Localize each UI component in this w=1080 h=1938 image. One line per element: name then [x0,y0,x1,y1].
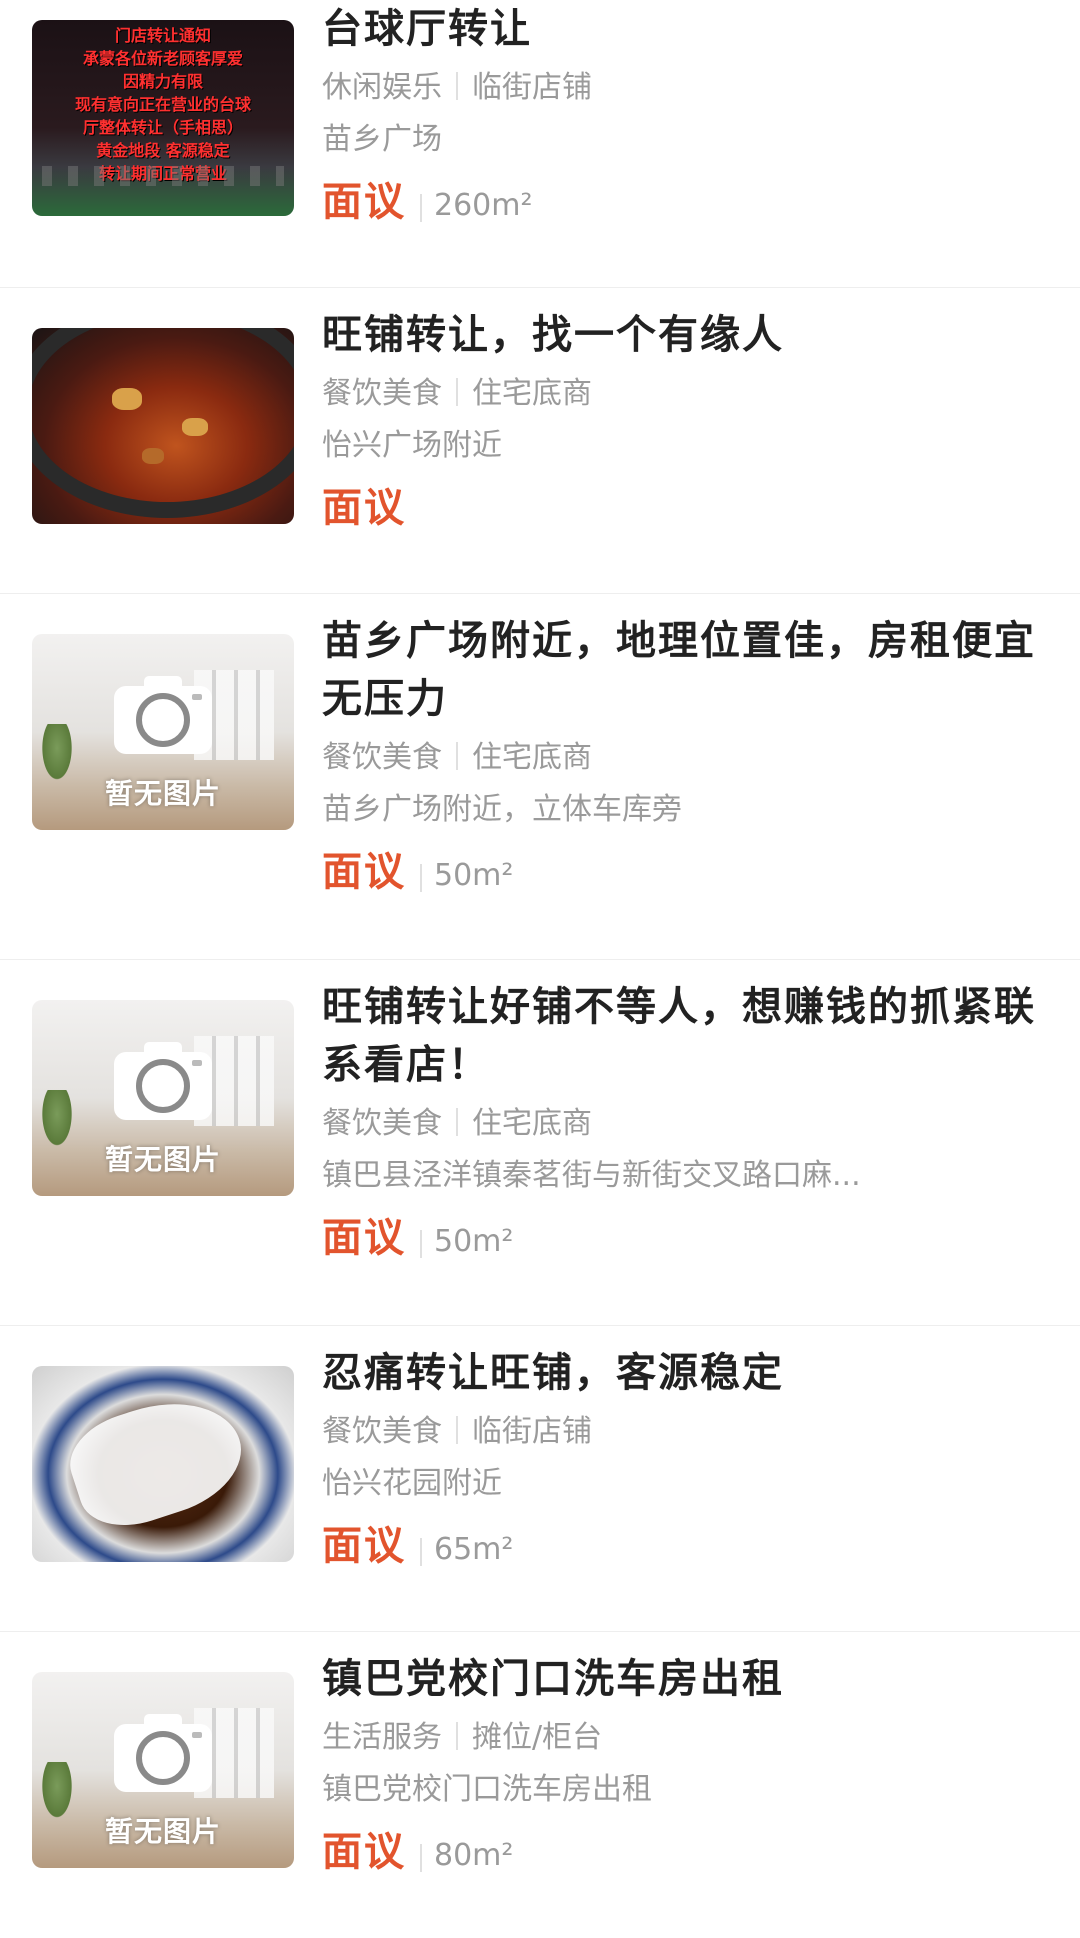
price-divider [420,1537,422,1566]
noodle-food [59,1382,255,1540]
camera-icon [114,676,212,754]
listing-price-row: 面议 260m² [322,172,1060,240]
tag-divider [456,1721,458,1750]
ceiling-lights [42,166,284,186]
pot-rim [32,328,294,518]
listing-title[interactable]: 苗乡广场附近，地理位置佳，房租便宜无压力 [322,612,1060,728]
listing-price: 面议 [322,1829,406,1875]
listing-price: 面议 [322,485,406,531]
tag-divider [456,1415,458,1444]
listing-area: 80m² [434,1838,514,1873]
listing-thumbnail[interactable]: 门店转让通知 承蒙各位新老顾客厚爱 因精力有限 现有意向正在营业的台球 厅整体转… [32,20,294,216]
listing-title[interactable]: 忍痛转让旺铺，客源稳定 [322,1344,1060,1402]
tag-divider [456,741,458,770]
listing-price-row: 面议 [322,478,1060,546]
camera-icon [114,1714,212,1792]
price-divider [420,1229,422,1258]
no-image-label: 暂无图片 [104,777,221,810]
price-divider [420,863,422,892]
listing-shop-type: 临街店铺 [472,1414,592,1449]
listing-thumbnail[interactable]: 暂无图片 [32,1672,294,1868]
listing-thumbnail[interactable] [32,1366,294,1562]
listing-card[interactable]: 暂无图片 镇巴党校门口洗车房出租 生活服务 摊位/柜台 镇巴党校门口洗车房出租 面… [0,1632,1080,1938]
listing-category: 餐饮美食 [322,1414,442,1449]
listing-info: 旺铺转让好铺不等人，想赚钱的抓紧联系看店！ 餐饮美食 住宅底商 镇巴县泾洋镇秦茗街… [322,978,1060,1276]
listing-shop-type: 住宅底商 [472,740,592,775]
listing-info: 台球厅转让 休闲娱乐 临街店铺 苗乡广场 面议 260m² [322,0,1060,240]
listing-card[interactable]: 旺铺转让，找一个有缘人 餐饮美食 住宅底商 怡兴广场附近 面议 [0,288,1080,594]
listing-title[interactable]: 旺铺转让好铺不等人，想赚钱的抓紧联系看店！ [322,978,1060,1094]
listing-area: 65m² [434,1532,514,1567]
food-chunk [112,388,142,410]
listing-card[interactable]: 忍痛转让旺铺，客源稳定 餐饮美食 临街店铺 怡兴花园附近 面议 65m² [0,1326,1080,1632]
listing-shop-type: 临街店铺 [472,70,592,105]
no-image-label: 暂无图片 [104,1815,221,1848]
listing-address: 苗乡广场附近，立体车库旁 [322,792,682,827]
listing-price: 面议 [322,1215,406,1261]
listing-area: 260m² [434,188,533,223]
listing-tags: 休闲娱乐 临街店铺 [322,64,1060,112]
listing-tags: 餐饮美食 临街店铺 [322,1408,1060,1456]
tag-divider [456,377,458,406]
listing-price-row: 面议 50m² [322,1208,1060,1276]
listing-info: 忍痛转让旺铺，客源稳定 餐饮美食 临街店铺 怡兴花园附近 面议 65m² [322,1344,1060,1584]
listing-tags: 生活服务 摊位/柜台 [322,1714,1060,1762]
listing-shop-type: 住宅底商 [472,376,592,411]
tag-divider [456,71,458,100]
listing-price: 面议 [322,1523,406,1569]
listing-price-row: 面议 50m² [322,842,1060,910]
tag-divider [456,1107,458,1136]
listing-info: 旺铺转让，找一个有缘人 餐饮美食 住宅底商 怡兴广场附近 面议 [322,306,1060,546]
listing-thumbnail[interactable]: 暂无图片 [32,634,294,830]
listing-shop-type: 摊位/柜台 [472,1720,603,1755]
listing-thumbnail[interactable] [32,328,294,524]
listing-price-row: 面议 65m² [322,1516,1060,1584]
listing-title[interactable]: 镇巴党校门口洗车房出租 [322,1650,1060,1708]
listing-category: 生活服务 [322,1720,442,1755]
listing-price-row: 面议 80m² [322,1822,1060,1890]
listing-title[interactable]: 旺铺转让，找一个有缘人 [322,306,1060,364]
listing-area: 50m² [434,1224,514,1259]
thumbnail-notice-text: 门店转让通知 承蒙各位新老顾客厚爱 因精力有限 现有意向正在营业的台球 厅整体转… [74,26,251,183]
listing-shop-type: 住宅底商 [472,1106,592,1141]
listing-tags: 餐饮美食 住宅底商 [322,370,1060,418]
listing-category: 餐饮美食 [322,376,442,411]
listing-card[interactable]: 暂无图片 苗乡广场附近，地理位置佳，房租便宜无压力 餐饮美食 住宅底商 苗乡广场附… [0,594,1080,960]
camera-icon [114,1042,212,1120]
listing-price: 面议 [322,849,406,895]
listing-info: 镇巴党校门口洗车房出租 生活服务 摊位/柜台 镇巴党校门口洗车房出租 面议 80m² [322,1650,1060,1890]
listing-list: 门店转让通知 承蒙各位新老顾客厚爱 因精力有限 现有意向正在营业的台球 厅整体转… [0,0,1080,1938]
listing-info: 苗乡广场附近，地理位置佳，房租便宜无压力 餐饮美食 住宅底商 苗乡广场附近，立体车… [322,612,1060,910]
price-divider [420,1843,422,1872]
listing-tags: 餐饮美食 住宅底商 [322,1100,1060,1148]
listing-thumbnail[interactable]: 暂无图片 [32,1000,294,1196]
price-divider [420,193,422,222]
food-chunk [182,418,208,436]
listing-address: 怡兴广场附近 [322,428,502,463]
listing-address: 苗乡广场 [322,122,442,157]
listing-area: 50m² [434,858,514,893]
food-chunk [142,448,164,464]
listing-address: 镇巴县泾洋镇秦茗街与新街交叉路口麻... [322,1158,861,1193]
listing-address: 怡兴花园附近 [322,1466,502,1501]
no-image-label: 暂无图片 [104,1143,221,1176]
listing-card[interactable]: 暂无图片 旺铺转让好铺不等人，想赚钱的抓紧联系看店！ 餐饮美食 住宅底商 镇巴县泾… [0,960,1080,1326]
listing-title[interactable]: 台球厅转让 [322,0,1060,58]
listing-category: 餐饮美食 [322,1106,442,1141]
listing-price: 面议 [322,179,406,225]
listing-address: 镇巴党校门口洗车房出租 [322,1772,652,1807]
listing-tags: 餐饮美食 住宅底商 [322,734,1060,782]
listing-card[interactable]: 门店转让通知 承蒙各位新老顾客厚爱 因精力有限 现有意向正在营业的台球 厅整体转… [0,0,1080,288]
listing-category: 餐饮美食 [322,740,442,775]
listing-category: 休闲娱乐 [322,70,442,105]
